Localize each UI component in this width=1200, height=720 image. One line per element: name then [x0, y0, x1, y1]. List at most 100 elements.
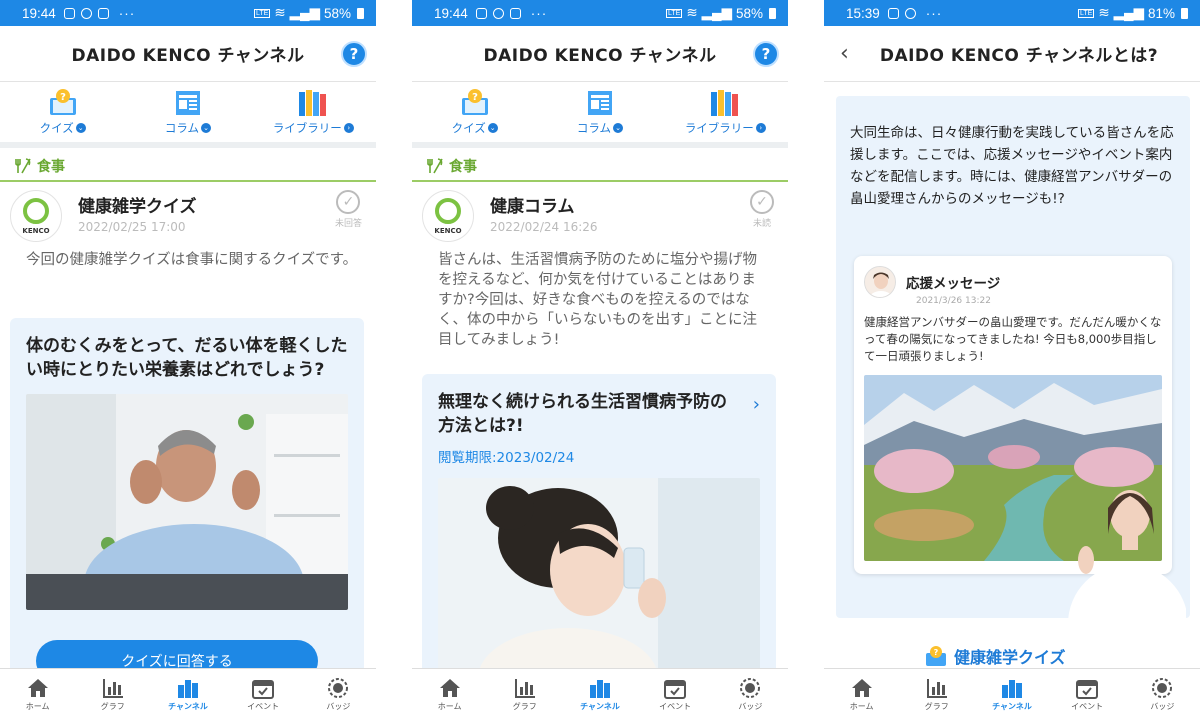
- signal-icon: ▂▄▆: [1113, 5, 1144, 20]
- post-title: 健康コラム: [490, 197, 575, 217]
- post-date: 2022/02/25 17:00: [78, 220, 186, 234]
- quiz-book-icon: ?: [49, 89, 76, 115]
- chevron-right-icon: ›: [752, 394, 760, 415]
- nav-column[interactable]: コラム ⌄: [545, 88, 655, 136]
- nav-column-label: コラム: [576, 121, 612, 135]
- quiz-card[interactable]: 体のむくみをとって、だるい体を軽くしたい時にとりたい栄養素はどれでしょう?: [10, 318, 364, 678]
- calendar-icon: [252, 680, 275, 699]
- tab-graph[interactable]: グラフ: [907, 677, 967, 712]
- tab-graph[interactable]: グラフ: [495, 677, 555, 712]
- nav-library[interactable]: ライブラリー ›: [670, 88, 780, 136]
- tab-home[interactable]: ホーム: [420, 677, 480, 712]
- tab-event[interactable]: イベント: [645, 677, 705, 712]
- status-bar: 15:39 ··· LTE ≋ ▂▄▆ 81%: [824, 0, 1200, 26]
- tab-channel[interactable]: チャンネル: [982, 677, 1042, 712]
- tab-badge[interactable]: バッジ: [308, 677, 368, 712]
- svg-text:?: ?: [60, 92, 66, 103]
- bottom-tab-bar: ホーム グラフ チャンネル イベント バッジ: [824, 668, 1200, 720]
- nav-quiz[interactable]: ? クイズ ⌄: [420, 88, 530, 136]
- home-icon: [439, 679, 460, 697]
- status-bar: 19:44 ··· LTE ≋ ▂▄▆ 58%: [0, 0, 376, 26]
- nav-quiz[interactable]: ? クイズ ⌄: [8, 88, 118, 136]
- post-title: 健康雑学クイズ: [78, 197, 197, 217]
- app-notification-icon: [492, 7, 504, 19]
- tab-graph[interactable]: グラフ: [83, 677, 143, 712]
- kenco-logo: KENCO: [10, 190, 62, 242]
- help-button[interactable]: ?: [341, 41, 367, 67]
- help-button[interactable]: ?: [753, 41, 779, 67]
- quiz-book-icon: ?: [461, 89, 488, 115]
- volte-icon: LTE: [1077, 8, 1095, 18]
- tab-badge[interactable]: バッジ: [720, 677, 780, 712]
- status-text: 未回答: [334, 219, 362, 229]
- column-doc-icon: [587, 91, 612, 115]
- home-icon: [851, 679, 872, 697]
- svg-text:?: ?: [472, 92, 478, 103]
- message-title: 応援メッセージ: [906, 276, 1001, 292]
- tab-event[interactable]: イベント: [1057, 677, 1117, 712]
- sim-notification-icon: [887, 7, 899, 19]
- read-status: ✓ 未読: [750, 190, 774, 229]
- graph-icon: [514, 679, 535, 698]
- status-time: 15:39: [846, 5, 880, 21]
- check-circle-icon: ✓: [750, 190, 774, 214]
- about-panel: 大同生命は、日々健康行動を実践している皆さんを応援します。ここでは、応援メッセー…: [836, 96, 1190, 618]
- channel-icon: [589, 680, 610, 698]
- graph-icon: [102, 679, 123, 698]
- tab-label: グラフ: [512, 702, 537, 711]
- post-header[interactable]: KENCO 健康雑学クイズ 2022/02/25 17:00 ✓ 未回答: [0, 182, 376, 242]
- post-body: 今回の健康雑学クイズは食事に関するクイズです。: [26, 252, 358, 268]
- top-category-nav: ? クイズ ⌄ コラム ⌄ ライブラリー ›: [0, 82, 376, 148]
- app-header: DAIDO KENCO チャンネル ?: [0, 26, 376, 82]
- wifi-icon: ≋: [274, 5, 286, 20]
- tab-label: イベント: [659, 702, 692, 711]
- quiz-question: 体のむくみをとって、だるい体を軽くしたい時にとりたい栄養素はどれでしょう?: [26, 336, 348, 380]
- ambassador-photo: [1068, 490, 1186, 618]
- phone-screen-about-channel: 15:39 ··· LTE ≋ ▂▄▆ 81% ‹ DAIDO KENCO チャ…: [824, 0, 1200, 720]
- nav-library[interactable]: ライブラリー ›: [258, 88, 368, 136]
- tab-home[interactable]: ホーム: [832, 677, 892, 712]
- screenshot-collage: 19:44 ··· LTE ≋ ▂▄▆ 58% DAIDO KENCO チャンネ…: [0, 0, 1200, 720]
- shield-notification-icon: [509, 7, 521, 19]
- tab-channel[interactable]: チャンネル: [570, 677, 630, 712]
- quiz-section-link[interactable]: ? 健康雑学クイズ: [924, 644, 1066, 668]
- quiz-book-icon: ?: [926, 646, 946, 666]
- tab-label: グラフ: [100, 702, 125, 711]
- tab-label: チャンネル: [992, 702, 1032, 711]
- page-title: DAIDO KENCO チャンネル: [71, 46, 305, 66]
- chevron-down-icon: ⌄: [613, 123, 624, 133]
- nav-quiz-label: クイズ: [39, 121, 74, 135]
- back-arrow-icon[interactable]: ‹: [840, 41, 849, 66]
- home-icon: [27, 679, 48, 697]
- battery-icon: [769, 7, 776, 19]
- battery-percent: 58%: [735, 5, 763, 21]
- tab-home[interactable]: ホーム: [8, 677, 68, 712]
- nav-quiz-label: クイズ: [451, 121, 486, 135]
- nav-library-label: ライブラリー: [272, 121, 342, 135]
- tab-channel[interactable]: チャンネル: [158, 677, 218, 712]
- channel-icon: [1001, 680, 1022, 698]
- wifi-icon: ≋: [686, 5, 698, 20]
- tab-label: ホーム: [849, 702, 874, 711]
- category-label: 食事: [449, 159, 477, 175]
- shield-notification-icon: [97, 7, 109, 19]
- chevron-right-icon: ›: [755, 123, 766, 133]
- nav-column[interactable]: コラム ⌄: [133, 88, 243, 136]
- volte-icon: LTE: [665, 8, 683, 18]
- category-bar: 食事: [0, 152, 376, 182]
- post-header[interactable]: KENCO 健康コラム 2022/02/24 16:26 ✓ 未読: [412, 182, 788, 242]
- post-date: 2022/02/24 16:26: [490, 220, 598, 234]
- svg-text:?: ?: [934, 648, 939, 657]
- post-body: 皆さんは、生活習慣病予防のために塩分や揚げ物を控えるなど、何か気を付けていること…: [438, 252, 757, 348]
- tab-badge[interactable]: バッジ: [1132, 677, 1192, 712]
- app-notification-icon: [904, 7, 916, 19]
- status-bar: 19:44 ··· LTE ≋ ▂▄▆ 58%: [412, 0, 788, 26]
- channel-icon: [177, 680, 198, 698]
- phone-screen-quiz: 19:44 ··· LTE ≋ ▂▄▆ 58% DAIDO KENCO チャンネ…: [0, 0, 376, 720]
- tab-event[interactable]: イベント: [233, 677, 293, 712]
- battery-icon: [357, 7, 364, 19]
- chevron-down-icon: ⌄: [75, 123, 86, 133]
- column-card[interactable]: 無理なく続けられる生活習慣病予防の方法とは?! › 閲覧期限:2023/02/2…: [422, 374, 776, 678]
- tab-label: イベント: [1071, 702, 1104, 711]
- category-label: 食事: [37, 159, 65, 175]
